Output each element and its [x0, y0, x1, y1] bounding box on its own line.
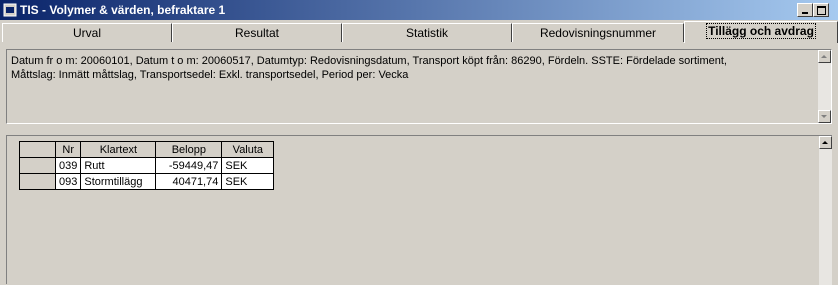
- minimize-icon[interactable]: [797, 3, 813, 17]
- tab-statistik[interactable]: Statistik: [342, 23, 512, 42]
- column-header-klartext[interactable]: Klartext: [80, 141, 157, 158]
- cell-nr[interactable]: 039: [54, 157, 82, 174]
- scroll-down-icon[interactable]: [818, 110, 831, 123]
- cell-valuta[interactable]: SEK: [221, 157, 275, 174]
- tab-redovisningsnummer[interactable]: Redovisningsnummer: [512, 23, 684, 42]
- scroll-up-icon[interactable]: [818, 50, 831, 63]
- grid-scrollbar[interactable]: [819, 136, 832, 285]
- row-selector[interactable]: [19, 157, 56, 174]
- cell-klartext[interactable]: Rutt: [80, 157, 157, 174]
- cell-belopp[interactable]: 40471,74: [155, 173, 223, 190]
- info-scrollbar[interactable]: [818, 50, 831, 123]
- table-row[interactable]: 039 Rutt -59449,47 SEK: [19, 157, 275, 174]
- tab-tillagg-och-avdrag[interactable]: Tillägg och avdrag: [684, 21, 838, 43]
- result-table: Nr Klartext Belopp Valuta 039 Rutt -5944…: [19, 141, 275, 190]
- info-line-1: Datum fr o m: 20060101, Datum t o m: 200…: [11, 55, 727, 67]
- cell-belopp[interactable]: -59449,47: [155, 157, 223, 174]
- column-header-belopp[interactable]: Belopp: [155, 141, 223, 158]
- maximize-icon[interactable]: [813, 3, 829, 17]
- cell-klartext[interactable]: Stormtillägg: [80, 173, 157, 190]
- window-title: TIS - Volymer & värden, befraktare 1: [20, 3, 226, 17]
- column-header-nr[interactable]: Nr: [54, 141, 82, 158]
- selection-info-text: Datum fr o m: 20060101, Datum t o m: 200…: [11, 54, 811, 82]
- selection-info-panel: Datum fr o m: 20060101, Datum t o m: 200…: [6, 49, 832, 124]
- cell-valuta[interactable]: SEK: [221, 173, 275, 190]
- result-grid-panel: Nr Klartext Belopp Valuta 039 Rutt -5944…: [6, 135, 832, 285]
- title-bar: TIS - Volymer & värden, befraktare 1: [0, 0, 838, 20]
- tab-resultat[interactable]: Resultat: [172, 23, 342, 42]
- row-selector-header[interactable]: [19, 141, 56, 158]
- table-row[interactable]: 093 Stormtillägg 40471,74 SEK: [19, 173, 275, 190]
- cell-nr[interactable]: 093: [54, 173, 82, 190]
- table-header-row: Nr Klartext Belopp Valuta: [19, 141, 275, 158]
- scroll-up-icon[interactable]: [819, 136, 832, 149]
- column-header-valuta[interactable]: Valuta: [221, 141, 275, 158]
- tab-urval[interactable]: Urval: [2, 23, 172, 42]
- row-selector[interactable]: [19, 173, 56, 190]
- info-line-2: Måttslag: Inmätt måttslag, Transportsede…: [11, 69, 409, 81]
- tab-strip: Urval Resultat Statistik Redovisningsnum…: [0, 21, 838, 43]
- app-icon[interactable]: [3, 3, 17, 17]
